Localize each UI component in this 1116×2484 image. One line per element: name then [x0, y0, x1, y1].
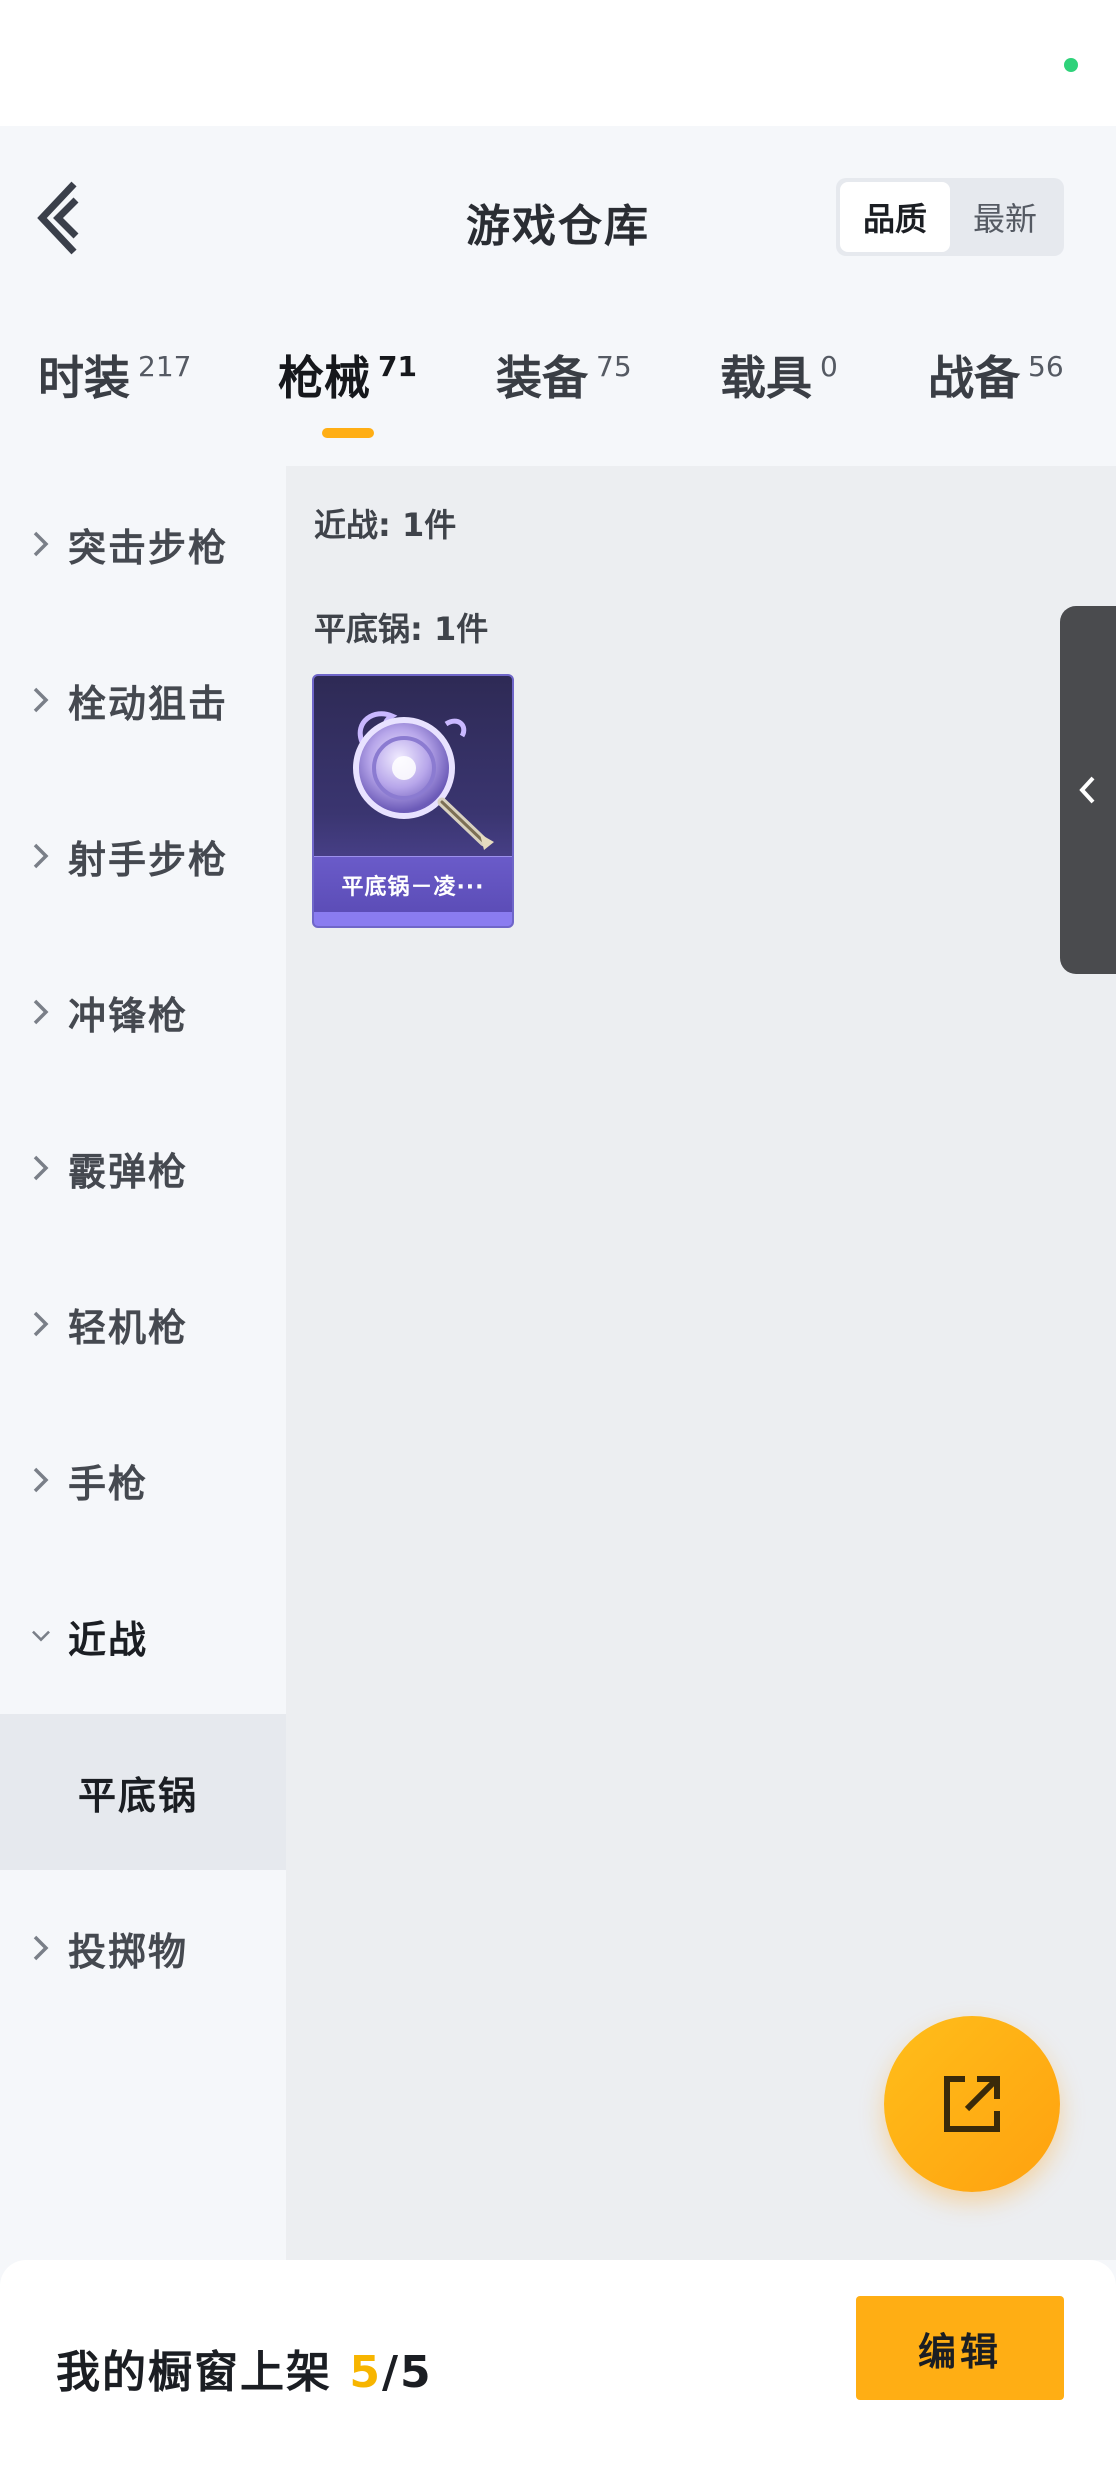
- group-title-melee: 近战: 1件: [314, 506, 457, 544]
- tab-label: 枪械: [278, 351, 370, 405]
- tab-count: 75: [596, 350, 632, 383]
- showcase-status: 我的橱窗上架 5/5: [56, 2336, 433, 2400]
- chevron-right-icon: [26, 1933, 56, 1963]
- status-bar: [0, 0, 1116, 126]
- sidebar-item-label: 冲锋枪: [68, 993, 189, 1038]
- chevron-right-icon: [26, 529, 56, 559]
- sidebar-item-label: 手枪: [68, 1461, 149, 1506]
- sidebar-item-melee[interactable]: 近战: [0, 1558, 286, 1714]
- tab-count: 217: [138, 350, 192, 383]
- item-name: 平底锅－凌···: [341, 874, 485, 900]
- chevron-right-icon: [26, 1309, 56, 1339]
- frying-pan-icon: [353, 711, 494, 850]
- sidebar-item-pistol[interactable]: 手枪: [0, 1402, 286, 1558]
- tab-label: 战备: [928, 351, 1020, 405]
- sidebar-item-label: 轻机枪: [68, 1305, 189, 1350]
- sidebar-subitem-frying-pan[interactable]: 平底锅: [0, 1714, 286, 1870]
- header: 游戏仓库 品质 最新: [0, 126, 1116, 306]
- item-card[interactable]: 平底锅－凌···: [312, 674, 514, 928]
- sort-toggle[interactable]: 品质 最新: [836, 178, 1064, 256]
- category-tabs: 时装 217 枪械 71 装备 75 载具 0 战备 56: [0, 306, 1116, 466]
- tab-count: 56: [1028, 350, 1064, 383]
- chevron-right-icon: [26, 841, 56, 871]
- chevron-left-icon: [1079, 776, 1095, 804]
- sidebar-item-throwables[interactable]: 投掷物: [0, 1870, 286, 2026]
- sidebar-item-label: 栓动狙击: [68, 681, 229, 726]
- chevron-down-icon: [26, 1621, 56, 1651]
- sidebar-item-bolt-sniper[interactable]: 栓动狙击: [0, 622, 286, 778]
- edit-button-label: 编辑: [917, 2329, 1002, 2374]
- sidebar-item-label: 霰弹枪: [68, 1149, 189, 1194]
- showcase-label: 我的橱窗上架: [56, 2347, 350, 2398]
- status-dot-icon: [1064, 58, 1078, 72]
- tab-gear[interactable]: 战备 56: [928, 348, 1064, 428]
- sidebar-item-marksman-rifle[interactable]: 射手步枪: [0, 778, 286, 934]
- active-tab-indicator: [322, 428, 374, 438]
- showcase-used-count: 5: [349, 2347, 382, 2398]
- item-name-bar: 平底锅－凌···: [314, 856, 512, 912]
- chevron-right-icon: [26, 997, 56, 1027]
- showcase-bar: 我的橱窗上架 5/5 编辑: [0, 2260, 1116, 2484]
- sidebar-item-label: 投掷物: [68, 1929, 189, 1974]
- chevron-right-icon: [26, 685, 56, 715]
- tab-count: 0: [820, 350, 838, 383]
- chevron-right-icon: [26, 1465, 56, 1495]
- external-link-icon: [944, 2076, 1000, 2132]
- edit-button[interactable]: 编辑: [856, 2296, 1064, 2400]
- sort-option-quality[interactable]: 品质: [840, 182, 950, 252]
- tab-vehicles[interactable]: 载具 0: [720, 348, 838, 428]
- side-panel-handle[interactable]: [1060, 606, 1116, 974]
- sort-option-newest[interactable]: 最新: [950, 182, 1060, 252]
- tab-firearms[interactable]: 枪械 71: [278, 348, 417, 428]
- weapon-category-sidebar: 突击步枪 栓动狙击 射手步枪 冲锋枪 霰弹枪 轻机枪 手枪 近战 平底锅 投掷物: [0, 466, 286, 2260]
- sidebar-item-label: 近战: [68, 1617, 149, 1662]
- group-title-frying-pan: 平底锅: 1件: [314, 610, 489, 648]
- sidebar-subitem-label: 平底锅: [78, 1773, 199, 1818]
- sidebar-item-label: 突击步枪: [68, 525, 229, 570]
- sidebar-item-label: 射手步枪: [68, 837, 229, 882]
- sidebar-item-lmg[interactable]: 轻机枪: [0, 1246, 286, 1402]
- tab-label: 时装: [38, 351, 130, 405]
- tab-fashion[interactable]: 时装 217: [38, 348, 191, 428]
- sidebar-item-smg[interactable]: 冲锋枪: [0, 934, 286, 1090]
- tab-count: 71: [378, 350, 417, 383]
- chevron-right-icon: [26, 1153, 56, 1183]
- sidebar-item-assault-rifle[interactable]: 突击步枪: [0, 466, 286, 622]
- showcase-total: /5: [381, 2347, 433, 2398]
- tab-label: 载具: [720, 351, 812, 405]
- item-list-panel: 近战: 1件 平底锅: 1件 平底锅－凌···: [286, 466, 1116, 2260]
- tab-label: 装备: [496, 351, 588, 405]
- sidebar-item-shotgun[interactable]: 霰弹枪: [0, 1090, 286, 1246]
- tab-equipment[interactable]: 装备 75: [496, 348, 632, 428]
- share-fab-button[interactable]: [884, 2016, 1060, 2192]
- item-rarity-strip: [314, 912, 512, 926]
